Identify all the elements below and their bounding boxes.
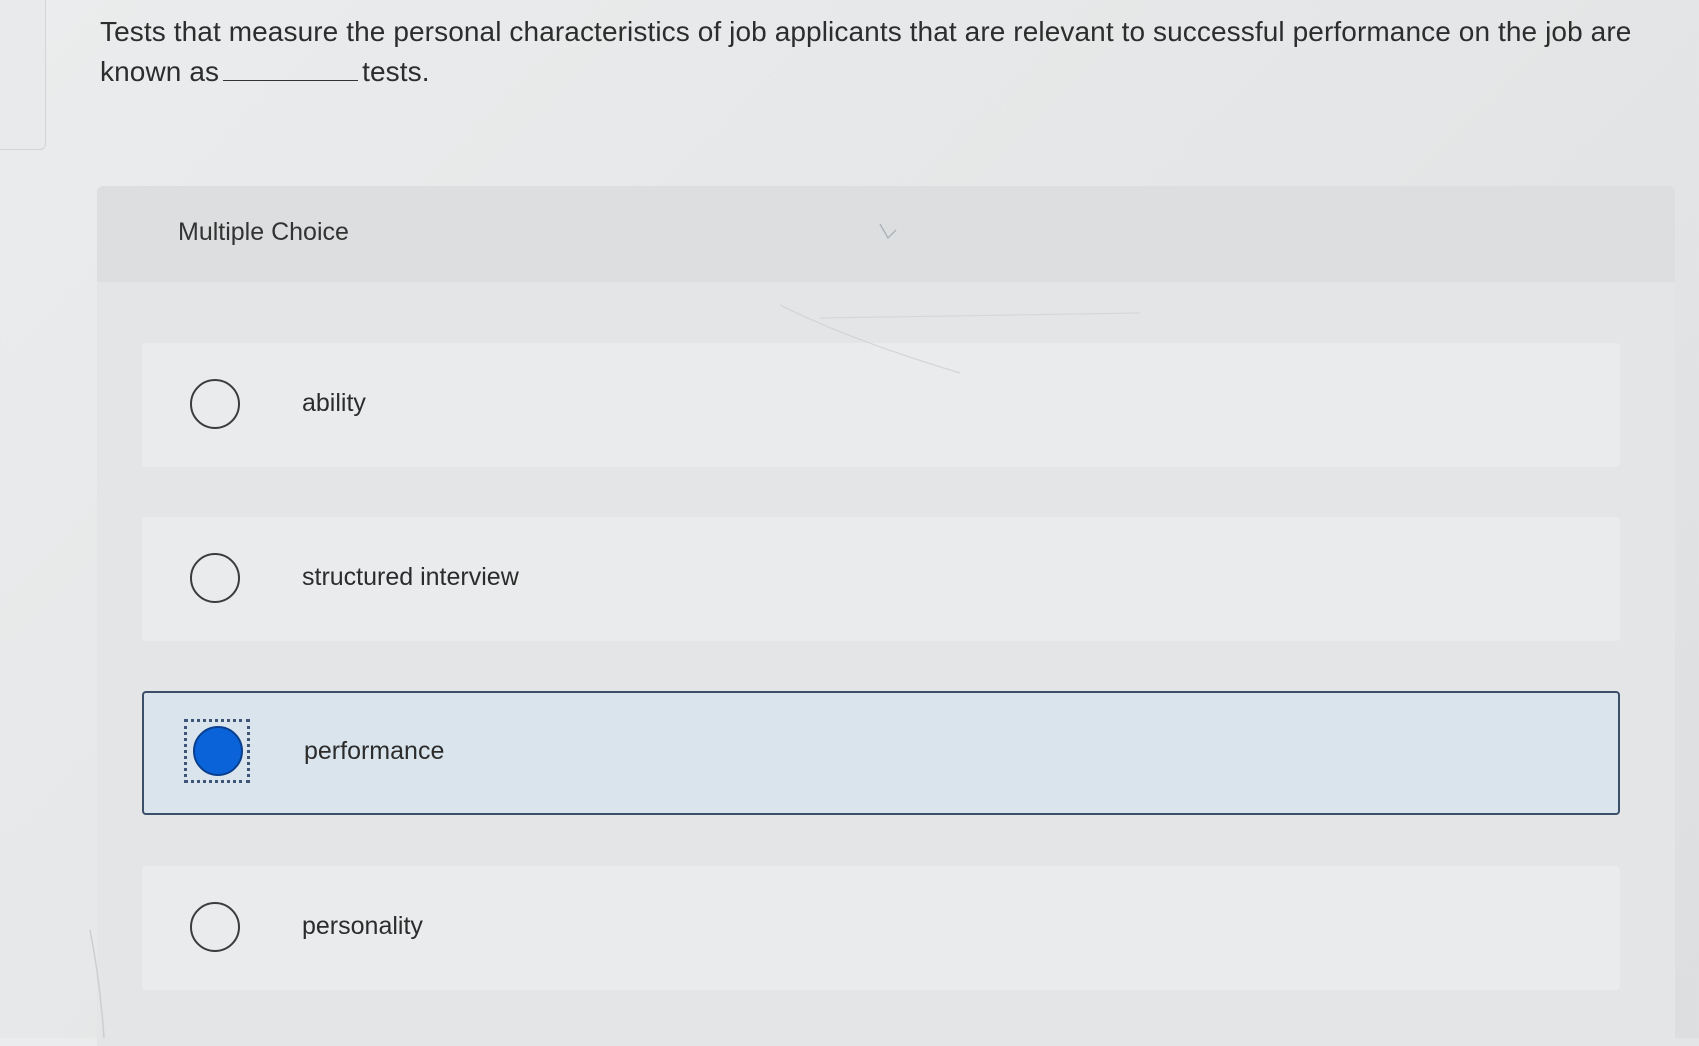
option-label-performance: performance	[304, 737, 445, 765]
multiple-choice-header: Multiple Choice	[97, 186, 1675, 282]
multiple-choice-title: Multiple Choice	[178, 218, 349, 246]
option-ability[interactable]: ability	[142, 343, 1620, 467]
option-label-personality: personality	[302, 912, 423, 940]
option-performance[interactable]: performance	[142, 691, 1620, 815]
radio-button-personality[interactable]	[190, 902, 240, 952]
radio-selected-dot	[193, 726, 243, 776]
option-structured-interview[interactable]: structured interview	[142, 517, 1620, 641]
radio-button-structured-interview[interactable]	[190, 553, 240, 603]
option-label-ability: ability	[302, 389, 366, 417]
answer-blank	[223, 58, 359, 81]
left-edge-tab	[0, 0, 46, 150]
question-part-2: tests.	[362, 56, 430, 87]
question-text: Tests that measure the personal characte…	[100, 12, 1660, 92]
option-personality[interactable]: personality	[142, 866, 1620, 990]
radio-button-performance[interactable]	[184, 719, 250, 783]
option-label-structured-interview: structured interview	[302, 563, 519, 591]
radio-button-ability[interactable]	[190, 379, 240, 429]
multiple-choice-panel: Multiple Choice ability structured inter…	[97, 186, 1675, 1046]
